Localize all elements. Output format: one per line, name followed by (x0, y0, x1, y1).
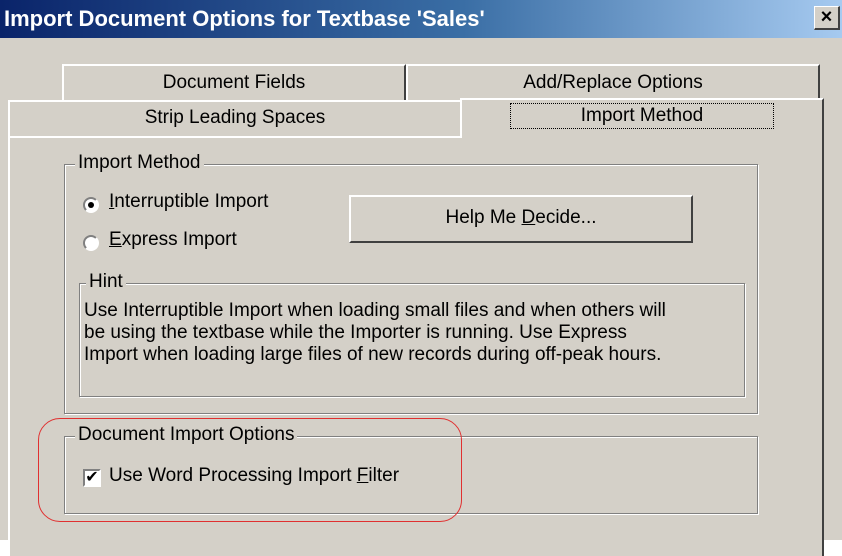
hint-line: be using the textbase while the Importer… (84, 322, 627, 343)
label-text: Use Word Processing Import (109, 465, 357, 486)
radio-interruptible-import[interactable] (83, 197, 99, 213)
accel-key: E (109, 229, 122, 250)
window-title: Import Document Options for Textbase 'Sa… (4, 6, 485, 31)
word-processing-filter-checkbox[interactable]: ✔ (83, 469, 101, 487)
radio-express-import[interactable] (83, 235, 99, 251)
group-label: Document Import Options (75, 424, 298, 446)
tab-import-method[interactable]: Import Method (460, 98, 824, 138)
import-method-group: Import Method Interruptible Import Expre… (64, 152, 758, 414)
button-label-rest: ecide... (535, 207, 597, 228)
label-rest: ilter (368, 465, 400, 486)
close-button[interactable]: × (814, 6, 840, 30)
radio-dot (88, 202, 94, 208)
hint-group: Hint Use Interruptible Import when loadi… (79, 271, 745, 397)
tab-add-replace-options[interactable]: Add/Replace Options (406, 64, 820, 100)
accel-key: D (521, 207, 536, 228)
tab-strip-leading-spaces[interactable]: Strip Leading Spaces (8, 100, 462, 136)
radio-label-interruptible[interactable]: Interruptible Import (109, 191, 268, 213)
radio-label-express[interactable]: Express Import (109, 229, 237, 251)
button-label: Help Me (445, 207, 522, 228)
tab-label: Document Fields (162, 72, 306, 93)
hint-line: Use Interruptible Import when loading sm… (84, 300, 666, 321)
help-me-decide-button[interactable]: Help Me Decide... (349, 195, 693, 243)
title-bar[interactable]: Import Document Options for Textbase 'Sa… (0, 0, 842, 38)
tab-panel: Import Method Interruptible Import Expre… (8, 136, 824, 556)
checkbox-label[interactable]: Use Word Processing Import Filter (109, 465, 399, 487)
tab-label: Add/Replace Options (523, 72, 703, 93)
tab-document-fields[interactable]: Document Fields (62, 64, 406, 100)
accel-key: F (356, 465, 369, 486)
hint-line: Import when loading large files of new r… (84, 344, 662, 365)
close-icon: × (820, 6, 833, 28)
label-rest: xpress Import (121, 229, 237, 250)
group-label: Import Method (75, 152, 204, 174)
checkmark-icon: ✔ (85, 469, 99, 486)
document-import-options-group: Document Import Options ✔ Use Word Proce… (64, 424, 758, 514)
tab-label: Strip Leading Spaces (144, 107, 326, 128)
dialog-window: Import Document Options for Textbase 'Sa… (0, 0, 842, 556)
tab-label: Import Method (509, 103, 775, 129)
label-rest: nterruptible Import (114, 191, 269, 212)
group-label: Hint (86, 271, 126, 293)
